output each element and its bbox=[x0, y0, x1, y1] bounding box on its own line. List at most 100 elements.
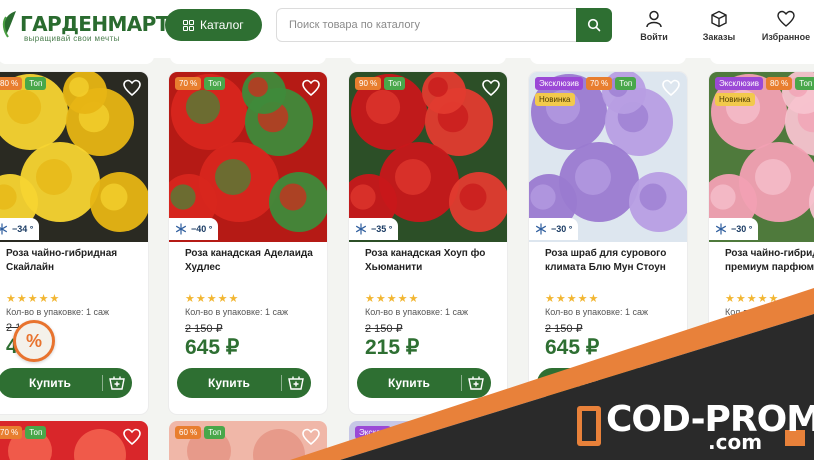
product-title[interactable]: Роза шраб для сурового климата Блю Мун С… bbox=[545, 247, 685, 275]
snowflake-icon bbox=[535, 223, 547, 235]
product-badges: 80 % Топ bbox=[0, 77, 116, 90]
frost-resistance: −40 ° bbox=[169, 218, 219, 240]
buy-button[interactable]: Купить bbox=[537, 368, 671, 398]
buy-button-label: Купить bbox=[29, 376, 71, 390]
buy-button[interactable]: Купить bbox=[177, 368, 311, 398]
package-quantity: Кол-во в упаковке: 1 саж bbox=[725, 307, 814, 317]
product-card[interactable]: 70 % Топ −40 ° Роза канадская Аделаида Ху… bbox=[169, 72, 327, 414]
favorite-heart-icon[interactable] bbox=[481, 78, 501, 98]
snowflake-icon bbox=[715, 223, 727, 235]
orders-button[interactable]: Заказы bbox=[692, 10, 746, 46]
product-card[interactable]: Эксклю bbox=[349, 421, 507, 460]
product-card[interactable]: 90 % Топ −35 ° Роза канадская Хоуп фо Хью… bbox=[349, 72, 507, 414]
current-price: 215 ₽ bbox=[365, 336, 420, 359]
product-badges: 90 % Топ bbox=[355, 77, 475, 90]
add-to-cart-icon[interactable] bbox=[287, 374, 305, 392]
current-price: 645 ₽ bbox=[185, 336, 240, 359]
product-badges: Эксклю bbox=[355, 426, 475, 439]
snowflake-icon bbox=[175, 223, 187, 235]
product-badges: Эксклюзив 70 % Топ Новинка bbox=[535, 77, 655, 106]
current-price: 645 ₽ bbox=[545, 336, 600, 359]
buy-button[interactable]: Купить bbox=[0, 368, 132, 398]
product-card[interactable]: 60 % Топ bbox=[169, 421, 327, 460]
frost-resistance: −30 ° bbox=[529, 218, 579, 240]
product-image[interactable]: 80 % Топ −34 ° bbox=[0, 72, 148, 242]
discount-percent-badge[interactable]: % bbox=[13, 320, 55, 362]
product-image[interactable]: 70 % Топ −40 ° bbox=[169, 72, 327, 242]
buy-button-label: Купить bbox=[388, 376, 430, 390]
user-icon bbox=[646, 10, 662, 28]
package-quantity: Кол-во в упаковке: 1 саж bbox=[6, 307, 110, 317]
product-badges: 70 % Топ bbox=[0, 426, 116, 439]
buy-button-divider bbox=[102, 375, 103, 391]
add-to-cart-icon[interactable] bbox=[108, 374, 126, 392]
snowflake-icon bbox=[0, 223, 8, 235]
frost-resistance: −30 ° bbox=[709, 218, 759, 240]
frost-resistance: −35 ° bbox=[349, 218, 399, 240]
site-logo[interactable]: ГАРДЕНМАРТ выращивай свои мечты bbox=[0, 6, 169, 46]
product-image[interactable]: 90 % Топ −35 ° bbox=[349, 72, 507, 242]
favorite-heart-icon[interactable] bbox=[301, 78, 321, 98]
rating-stars: ★★★★★ bbox=[365, 293, 420, 305]
orders-label: Заказы bbox=[702, 32, 736, 42]
product-image[interactable]: Эксклюзив 80 % Топ Новинка −30 ° bbox=[709, 72, 814, 242]
frost-value: −35 ° bbox=[371, 224, 393, 234]
search-button[interactable] bbox=[576, 8, 612, 42]
rating-stars: ★★★★★ bbox=[545, 293, 600, 305]
product-card[interactable]: Эксклюзив 70 % Топ Новинка −30 ° Роза шраб … bbox=[529, 72, 687, 414]
product-card[interactable]: Эксклюзив 80 % Топ Новинка −30 ° Роза чайно… bbox=[709, 72, 814, 414]
product-badge: Топ bbox=[615, 77, 637, 90]
product-badge: Топ bbox=[25, 426, 47, 439]
favorite-heart-icon[interactable] bbox=[122, 78, 142, 98]
buy-button-divider bbox=[641, 375, 642, 391]
product-title[interactable]: Роза канадская Хоуп фо Хьюманити bbox=[365, 247, 505, 275]
favorite-heart-icon[interactable] bbox=[481, 427, 501, 447]
product-badge: 70 % bbox=[0, 426, 23, 439]
product-title[interactable]: Роза чайно-гибридная премиум парфюм bbox=[725, 247, 814, 275]
product-badge: Топ bbox=[25, 77, 47, 90]
product-title[interactable]: Роза канадская Аделаида Худлес bbox=[185, 247, 325, 275]
site-header: ГАРДЕНМАРТ выращивай свои мечты Каталог … bbox=[0, 0, 814, 58]
grid-icon bbox=[183, 19, 194, 31]
catalog-button[interactable]: Каталог bbox=[165, 9, 262, 41]
buy-button-divider bbox=[281, 375, 282, 391]
search-icon bbox=[587, 18, 601, 32]
old-price: 2 150 ₽ bbox=[365, 323, 403, 335]
product-card[interactable]: 70 % Топ bbox=[0, 421, 148, 460]
favorite-heart-icon[interactable] bbox=[122, 427, 142, 447]
product-badge: Эксклюзив bbox=[535, 77, 583, 90]
rating-stars: ★★★★★ bbox=[6, 293, 61, 305]
leaf-logo-icon bbox=[2, 11, 16, 38]
product-badge: 70 % bbox=[175, 77, 202, 90]
product-card[interactable]: 80 % Топ −34 ° Роза чайно-гибридная Скайл… bbox=[0, 72, 148, 414]
search-input[interactable] bbox=[277, 9, 577, 41]
buy-button-label: Купить bbox=[208, 376, 250, 390]
buy-button-divider bbox=[461, 375, 462, 391]
login-button[interactable]: Войти bbox=[627, 10, 681, 46]
logo-title: ГАРДЕНМАРТ bbox=[20, 12, 169, 36]
box-icon bbox=[711, 10, 727, 28]
favorites-button[interactable]: Избранное bbox=[759, 10, 813, 46]
product-title[interactable]: Роза чайно-гибридная Скайлайн bbox=[6, 247, 146, 275]
product-badge: Топ bbox=[384, 77, 406, 90]
product-badge: Топ bbox=[795, 77, 814, 90]
favorite-heart-icon[interactable] bbox=[661, 78, 681, 98]
buy-button-label: Купить bbox=[568, 376, 610, 390]
rating-stars: ★★★★★ bbox=[725, 293, 780, 305]
add-to-cart-icon[interactable] bbox=[467, 374, 485, 392]
frost-value: −30 ° bbox=[731, 224, 753, 234]
package-quantity: Кол-во в упаковке: 1 саж bbox=[545, 307, 649, 317]
buy-button[interactable]: Купить bbox=[357, 368, 491, 398]
search-bar bbox=[276, 8, 612, 42]
frost-value: −30 ° bbox=[551, 224, 573, 234]
product-image[interactable]: Эксклюзив 70 % Топ Новинка −30 ° bbox=[529, 72, 687, 242]
catalog-button-label: Каталог bbox=[200, 18, 244, 32]
add-to-cart-icon[interactable] bbox=[647, 374, 665, 392]
product-badge: Новинка bbox=[535, 93, 575, 106]
promo-domain-text: .com bbox=[708, 430, 763, 454]
package-quantity: Кол-во в упаковке: 1 саж bbox=[185, 307, 289, 317]
previous-row-edge bbox=[0, 54, 814, 66]
favorite-heart-icon[interactable] bbox=[301, 427, 321, 447]
product-badge: Топ bbox=[204, 426, 226, 439]
product-badge: 70 % bbox=[585, 77, 613, 90]
